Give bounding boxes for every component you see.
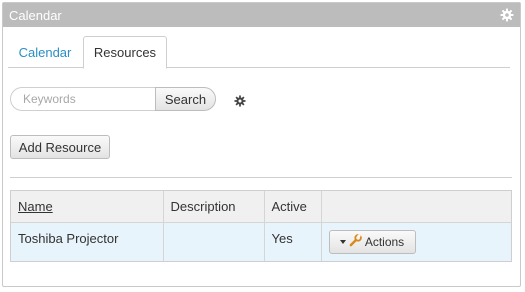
actions-button[interactable]: Actions (328, 229, 416, 254)
column-header-active: Active (264, 191, 322, 223)
search-settings-gear-icon[interactable] (234, 95, 246, 107)
add-resource-button[interactable]: Add Resource (10, 135, 110, 159)
cell-name: Toshiba Projector (11, 222, 164, 261)
panel-header: Calendar (3, 3, 520, 27)
divider (10, 177, 512, 178)
cell-active: Yes (264, 222, 322, 261)
table-row[interactable]: Toshiba Projector Yes Actions (11, 222, 511, 261)
cell-description (163, 222, 265, 261)
gear-icon[interactable] (500, 8, 514, 22)
tab-calendar[interactable]: Calendar (8, 36, 82, 68)
wrench-icon (349, 233, 362, 250)
resources-table: Name Description Active Toshiba Projecto… (10, 190, 512, 262)
search-button[interactable]: Search (155, 87, 216, 111)
tab-bar: Calendar Resources (8, 36, 510, 69)
tab-resources[interactable]: Resources (83, 36, 167, 69)
cell-actions: Actions (321, 222, 511, 261)
column-header-description: Description (163, 191, 265, 223)
column-header-actions (321, 191, 511, 223)
table-header-row: Name Description Active (11, 191, 511, 223)
panel-title: Calendar (9, 7, 62, 23)
sort-by-name-link[interactable]: Name (18, 199, 53, 214)
search-input[interactable] (10, 87, 156, 111)
actions-label: Actions (364, 234, 405, 249)
column-header-name[interactable]: Name (11, 191, 164, 223)
caret-down-icon (339, 239, 346, 244)
